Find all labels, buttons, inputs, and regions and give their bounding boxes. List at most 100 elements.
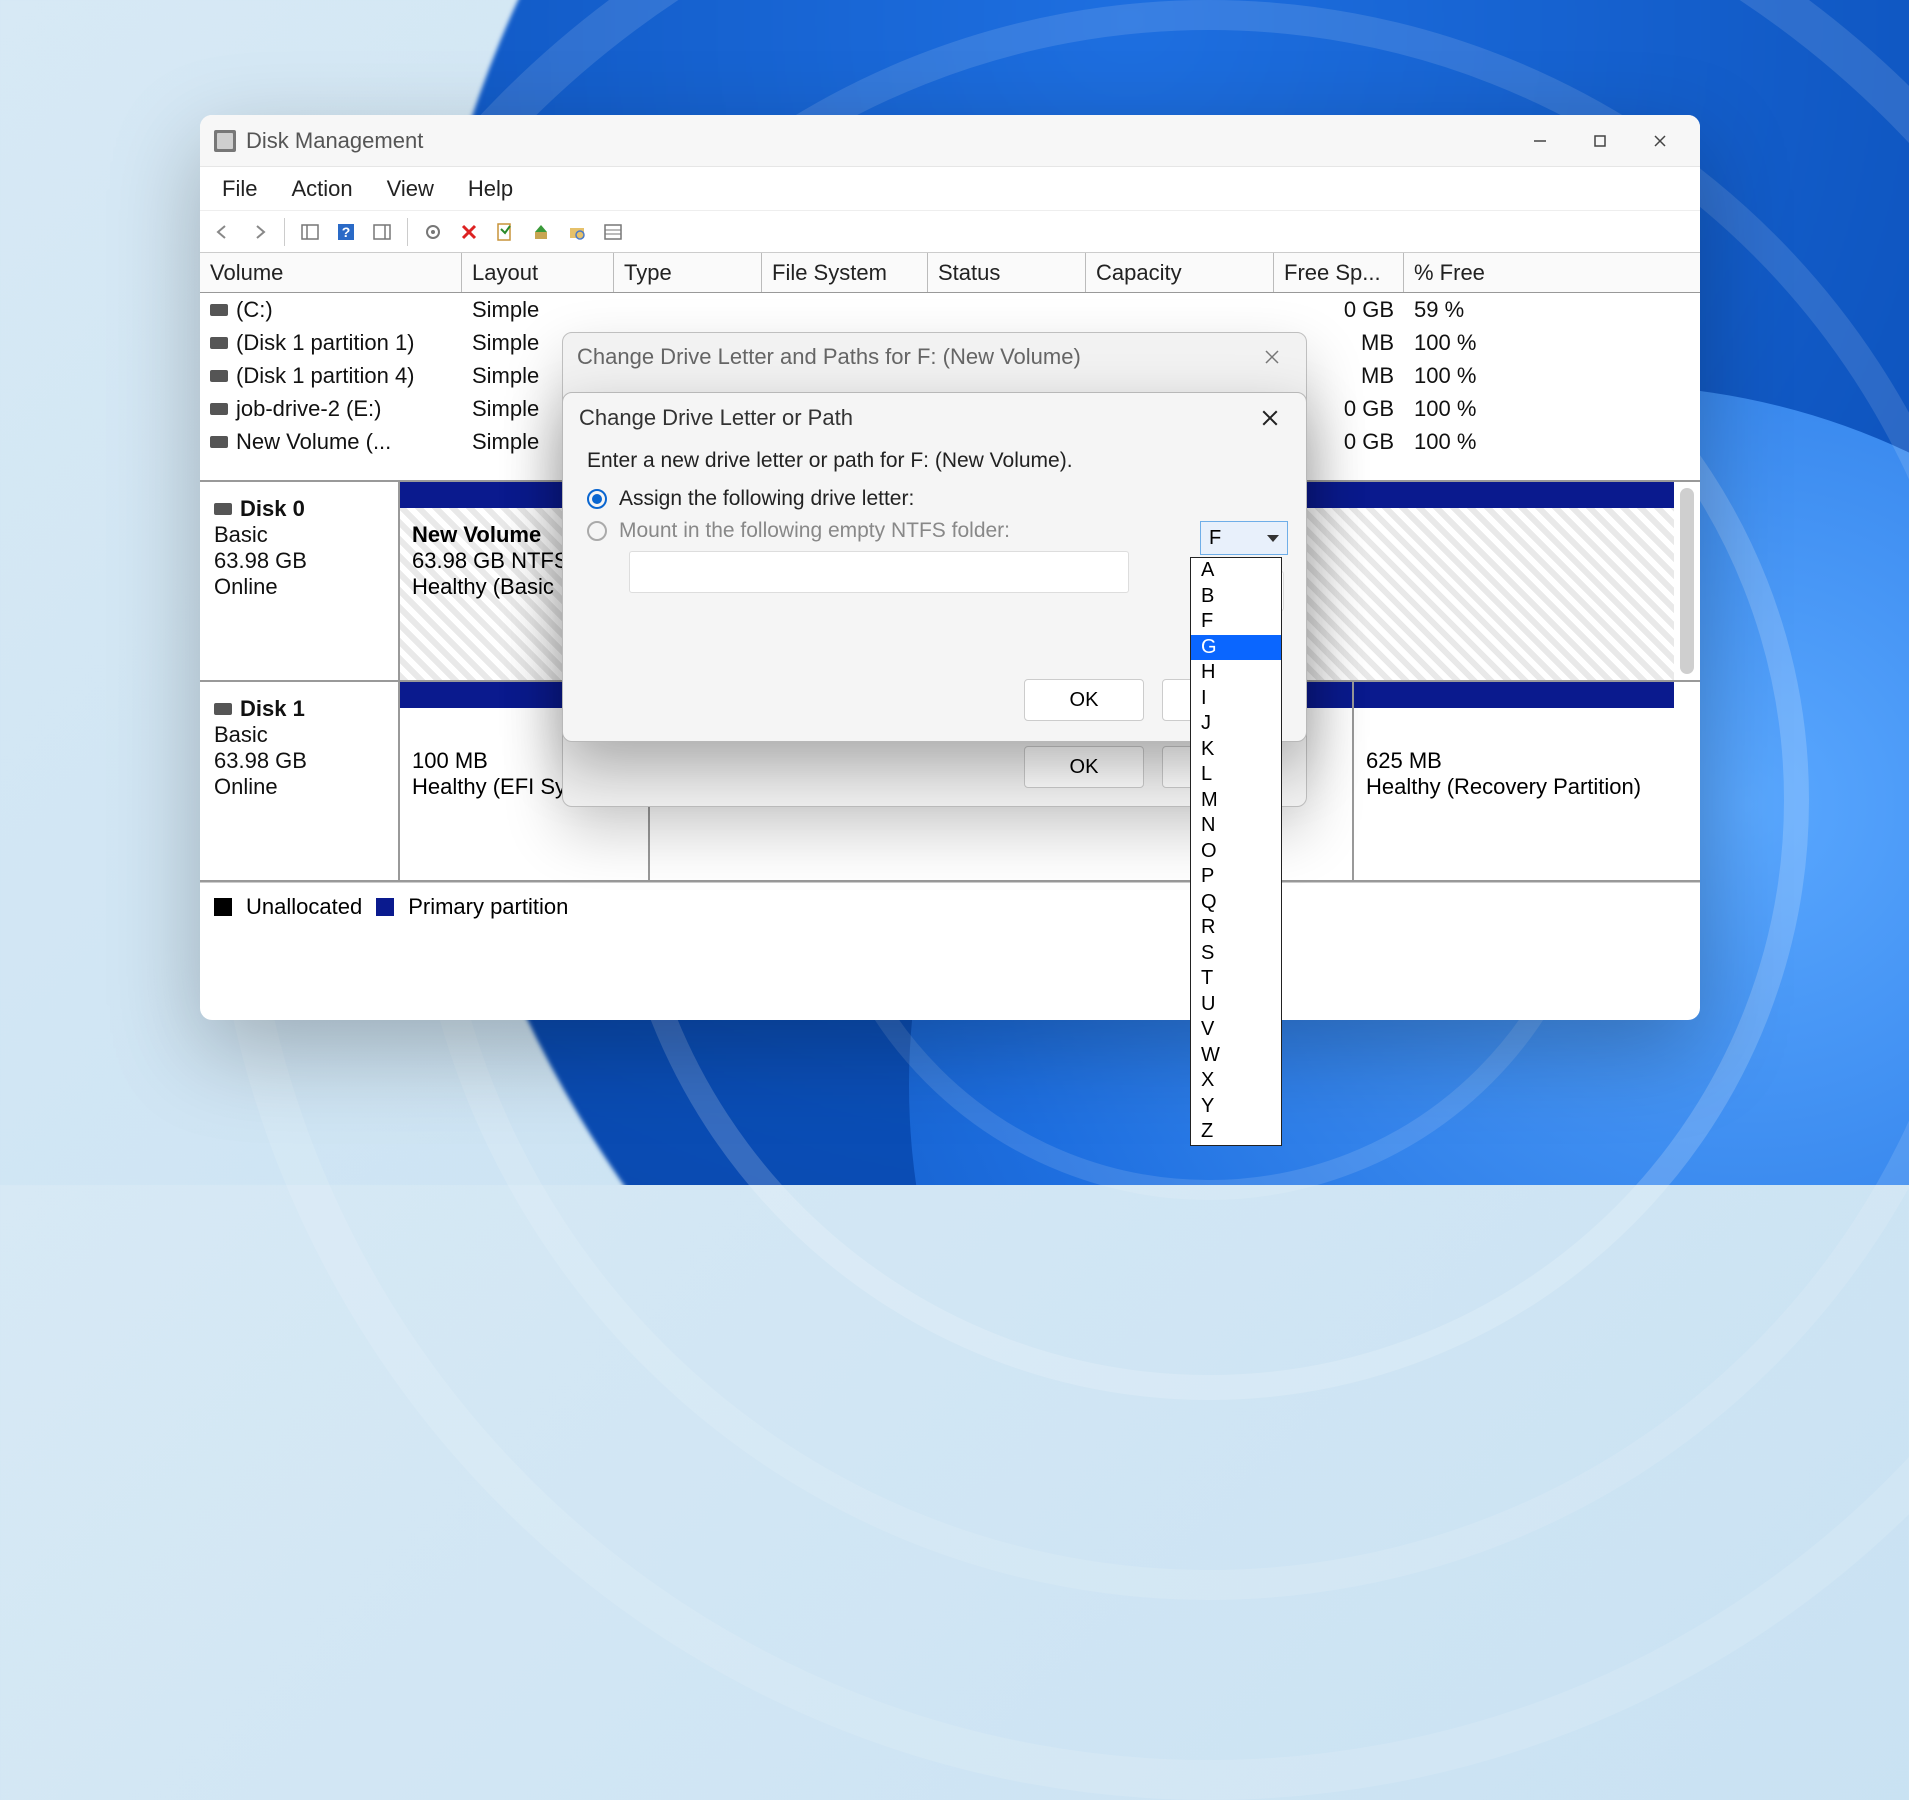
table-row[interactable]: (C:) Simple 0 GB 59 % <box>200 293 1700 326</box>
col-type[interactable]: Type <box>614 253 762 292</box>
volume-icon <box>210 436 228 448</box>
col-status[interactable]: Status <box>928 253 1086 292</box>
radio-icon <box>587 489 607 509</box>
volume-pct: 100 % <box>1404 396 1584 422</box>
col-pctfree[interactable]: % Free <box>1404 253 1700 292</box>
show-hide-action-pane-icon[interactable] <box>367 217 397 247</box>
volume-name: (Disk 1 partition 4) <box>236 363 415 389</box>
legend-label-unallocated: Unallocated <box>246 894 362 920</box>
drive-letter-option[interactable]: G <box>1191 635 1281 661</box>
drive-letter-option[interactable]: Q <box>1191 890 1281 916</box>
col-layout[interactable]: Layout <box>462 253 614 292</box>
show-hide-console-tree-icon[interactable] <box>295 217 325 247</box>
minimize-button[interactable] <box>1510 115 1570 167</box>
radio-assign-letter[interactable]: Assign the following drive letter: <box>587 487 1282 511</box>
drive-letter-option[interactable]: U <box>1191 992 1281 1018</box>
drive-letter-option[interactable]: H <box>1191 660 1281 686</box>
volume-free: 0 GB <box>1274 297 1404 323</box>
partition[interactable]: 625 MB Healthy (Recovery Partition) <box>1354 708 1674 880</box>
disk-type: Basic <box>214 722 384 748</box>
dialog-title: Change Drive Letter and Paths for F: (Ne… <box>577 344 1081 370</box>
dialog-title: Change Drive Letter or Path <box>579 405 853 431</box>
col-volume[interactable]: Volume <box>200 253 462 292</box>
volume-pct: 100 % <box>1404 429 1584 455</box>
volume-name: job-drive-2 (E:) <box>236 396 381 422</box>
settings-icon[interactable] <box>418 217 448 247</box>
drive-letter-option[interactable]: V <box>1191 1017 1281 1043</box>
radio-icon <box>587 521 607 541</box>
volume-name: (Disk 1 partition 1) <box>236 330 415 356</box>
ok-button[interactable]: OK <box>1024 746 1144 788</box>
drive-letter-option[interactable]: B <box>1191 584 1281 610</box>
drive-letter-option[interactable]: S <box>1191 941 1281 967</box>
drive-letter-option[interactable]: X <box>1191 1068 1281 1094</box>
drive-letter-option[interactable]: A <box>1191 558 1281 584</box>
radio-mount-folder[interactable]: Mount in the following empty NTFS folder… <box>587 519 1282 543</box>
disk-icon <box>214 503 232 515</box>
list-icon[interactable] <box>598 217 628 247</box>
drive-letter-option[interactable]: J <box>1191 711 1281 737</box>
drive-letter-combobox[interactable]: F <box>1200 521 1288 555</box>
volume-icon <box>210 370 228 382</box>
drive-letter-option[interactable]: Z <box>1191 1119 1281 1145</box>
drive-letter-dropdown[interactable]: ABFGHIJKLMNOPQRSTUVWXYZ <box>1190 557 1282 1146</box>
close-icon[interactable] <box>1250 398 1290 438</box>
partition-header <box>1354 682 1674 708</box>
drive-letter-option[interactable]: L <box>1191 762 1281 788</box>
drive-letter-option[interactable]: Y <box>1191 1094 1281 1120</box>
drive-letter-option[interactable]: R <box>1191 915 1281 941</box>
forward-icon[interactable] <box>244 217 274 247</box>
legend-label-primary: Primary partition <box>408 894 568 920</box>
volume-icon <box>210 403 228 415</box>
titlebar: Disk Management <box>200 115 1700 167</box>
disk-name-text: Disk 1 <box>240 696 305 722</box>
drive-letter-option[interactable]: N <box>1191 813 1281 839</box>
disk-name-text: Disk 0 <box>240 496 305 522</box>
search-folder-icon[interactable] <box>562 217 592 247</box>
menu-help[interactable]: Help <box>462 172 519 206</box>
scrollbar[interactable] <box>1680 488 1694 674</box>
volume-pct: 100 % <box>1404 363 1584 389</box>
maximize-button[interactable] <box>1570 115 1630 167</box>
back-icon[interactable] <box>208 217 238 247</box>
volume-table-header: Volume Layout Type File System Status Ca… <box>200 253 1700 293</box>
menu-file[interactable]: File <box>216 172 263 206</box>
drive-letter-option[interactable]: F <box>1191 609 1281 635</box>
drive-letter-option[interactable]: T <box>1191 966 1281 992</box>
mount-path-input[interactable] <box>629 551 1129 593</box>
drive-letter-option[interactable]: W <box>1191 1043 1281 1069</box>
radio-label: Mount in the following empty NTFS folder… <box>619 519 1010 543</box>
drive-letter-option[interactable]: I <box>1191 686 1281 712</box>
close-icon[interactable] <box>1252 337 1292 377</box>
drive-letter-option[interactable]: O <box>1191 839 1281 865</box>
drive-letter-option[interactable]: M <box>1191 788 1281 814</box>
dialog-instruction: Enter a new drive letter or path for F: … <box>587 449 1282 473</box>
radio-label: Assign the following drive letter: <box>619 487 914 511</box>
legend: Unallocated Primary partition <box>200 882 1700 930</box>
delete-icon[interactable] <box>454 217 484 247</box>
help-icon[interactable]: ? <box>331 217 361 247</box>
menu-view[interactable]: View <box>381 172 440 206</box>
close-button[interactable] <box>1630 115 1690 167</box>
drive-letter-option[interactable]: P <box>1191 864 1281 890</box>
volume-pct: 100 % <box>1404 330 1584 356</box>
disk-label[interactable]: Disk 0 Basic 63.98 GB Online <box>200 482 400 680</box>
disk-size: 63.98 GB <box>214 548 384 574</box>
chevron-down-icon <box>1267 535 1279 542</box>
properties-icon[interactable] <box>490 217 520 247</box>
legend-swatch-unallocated <box>214 898 232 916</box>
volume-pct: 59 % <box>1404 297 1584 323</box>
menu-action[interactable]: Action <box>285 172 358 206</box>
col-filesystem[interactable]: File System <box>762 253 928 292</box>
app-icon <box>214 130 236 152</box>
disk-status: Online <box>214 574 384 600</box>
col-freespace[interactable]: Free Sp... <box>1274 253 1404 292</box>
ok-button[interactable]: OK <box>1024 679 1144 721</box>
drive-letter-option[interactable]: K <box>1191 737 1281 763</box>
col-capacity[interactable]: Capacity <box>1086 253 1274 292</box>
up-arrow-icon[interactable] <box>526 217 556 247</box>
volume-icon <box>210 304 228 316</box>
disk-label[interactable]: Disk 1 Basic 63.98 GB Online <box>200 682 400 880</box>
window-title: Disk Management <box>246 128 423 154</box>
disk-status: Online <box>214 774 384 800</box>
